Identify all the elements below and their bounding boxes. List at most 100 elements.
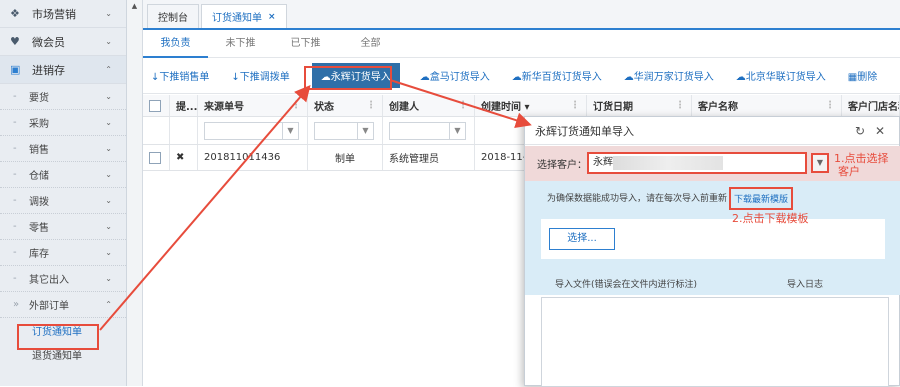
- tab-label: 控制台: [158, 13, 188, 24]
- cloud-upload-icon: ☁: [419, 72, 430, 83]
- scroll-up-arrow-icon[interactable]: ▲: [130, 2, 139, 12]
- tab-dashboard[interactable]: 控制台: [147, 4, 199, 28]
- customer-value: 永辉: [593, 157, 613, 168]
- crv-vanguard-import-button[interactable]: ☁华润万家订货导入: [624, 68, 714, 83]
- sidebar-scrollbar[interactable]: ▲: [127, 0, 143, 386]
- sidebar-subitem-transfer[interactable]: - 调拨 ⌄: [0, 188, 126, 214]
- select-all-checkbox[interactable]: [149, 99, 161, 112]
- customer-dropdown-button[interactable]: ▼: [811, 153, 829, 173]
- col-header-remind[interactable]: 提...: [170, 95, 198, 116]
- annotation-text: 客户: [838, 165, 860, 178]
- col-header-order-date[interactable]: 订货日期 ⋮: [587, 95, 692, 116]
- subtab-not-pushed[interactable]: 未下推: [208, 30, 273, 58]
- remind-cell: ✖: [170, 145, 198, 170]
- tree-line: -: [13, 221, 17, 232]
- select-file-button[interactable]: 选择...: [549, 228, 615, 250]
- filter-subtabs: 我负责 未下推 已下推 全部: [143, 30, 900, 58]
- filter-funnel-icon[interactable]: ▼: [449, 122, 465, 139]
- annotation-text: 1.点击选择: [834, 152, 889, 165]
- subtab-all[interactable]: 全部: [338, 30, 403, 58]
- column-menu-icon[interactable]: ⋮: [366, 100, 376, 111]
- chevron-down-icon: ⌄: [105, 248, 112, 257]
- tab-order-notice[interactable]: 订货通知单 ×: [201, 4, 287, 28]
- sidebar-subitem-stock[interactable]: - 库存 ⌄: [0, 240, 126, 266]
- sidebar-subitem-storage[interactable]: - 仓储 ⌄: [0, 162, 126, 188]
- row-select-cell: [143, 145, 170, 170]
- tree-line: -: [13, 117, 17, 128]
- close-icon[interactable]: ✕: [875, 124, 885, 138]
- sidebar-item-micro-member[interactable]: ♥ 微会员 ⌄: [0, 28, 126, 56]
- chevron-down-icon: ▼: [816, 158, 824, 167]
- chevron-down-icon: ⌄: [105, 37, 112, 46]
- creator-cell: 系统管理员: [383, 145, 475, 170]
- tree-line: -: [13, 195, 17, 206]
- col-header-source-no[interactable]: 来源单号 ⋮: [198, 95, 308, 116]
- tree-line: -: [13, 273, 17, 284]
- refresh-icon[interactable]: ↻: [855, 124, 865, 138]
- source-no-filter-input[interactable]: ▼: [204, 121, 299, 140]
- tree-line: -: [13, 169, 17, 180]
- sidebar-subitem-sales[interactable]: - 销售 ⌄: [0, 136, 126, 162]
- close-icon[interactable]: ×: [268, 12, 276, 22]
- col-header-creator[interactable]: 创建人 ⋮: [383, 95, 475, 116]
- grid-header-row: 提... 来源单号 ⋮ 状态 ⋮ 创建人 ⋮ 创建时间 ▾ ⋮ 订货日期 ⋮ 客户名称 ⋮ …: [143, 95, 900, 117]
- column-menu-icon[interactable]: ⋮: [458, 100, 468, 111]
- status-filter-select[interactable]: ▼: [314, 121, 374, 140]
- sidebar-item-label: 市场营销: [32, 7, 76, 21]
- sidebar-subitem-request[interactable]: - 要货 ⌄: [0, 84, 126, 110]
- filter-funnel-icon[interactable]: ▼: [357, 122, 373, 139]
- subtab-pushed[interactable]: 已下推: [273, 30, 338, 58]
- xinhua-import-button[interactable]: ☁新华百货订货导入: [512, 68, 602, 83]
- tree-line: »: [13, 299, 20, 310]
- tab-label: 订货通知单: [212, 13, 262, 24]
- customer-label: 选择客户：: [537, 160, 587, 171]
- tree-line: -: [13, 91, 17, 102]
- chevron-up-icon: ⌃: [105, 300, 112, 309]
- dialog-header: 永辉订货通知单导入 ↻ ✕: [525, 117, 899, 145]
- creator-filter-input[interactable]: ▼: [389, 121, 466, 140]
- column-menu-icon[interactable]: ⋮: [570, 100, 580, 111]
- briefcase-icon: ▣: [10, 63, 21, 76]
- subtab-mine[interactable]: 我负责: [143, 30, 208, 58]
- sidebar-subitem-retail[interactable]: - 零售 ⌄: [0, 214, 126, 240]
- sidebar-subitem-other-io[interactable]: - 其它出入 ⌄: [0, 266, 126, 292]
- download-template-link[interactable]: 下载最新模版: [729, 187, 794, 210]
- sidebar-item-inventory[interactable]: ▣ 进销存 ⌃: [0, 56, 126, 84]
- sidebar-subitem-purchase[interactable]: - 采购 ⌄: [0, 110, 126, 136]
- column-menu-icon[interactable]: ⋮: [825, 100, 835, 111]
- sidebar-subitem-external-orders[interactable]: » 外部订单 ⌃: [0, 292, 126, 318]
- arrow-down-icon: ↓: [231, 72, 240, 83]
- template-info-panel: 为确保数据能成功导入，请在每次导入前重新 下载最新模版 选择...: [525, 181, 900, 271]
- sidebar-item-label: 进销存: [32, 63, 65, 77]
- filter-cell: [143, 117, 170, 144]
- row-checkbox[interactable]: [149, 151, 161, 164]
- col-header-created-time[interactable]: 创建时间 ▾ ⋮: [475, 95, 587, 116]
- col-header-customer-store[interactable]: 客户门店名称: [842, 95, 900, 116]
- beijing-hualian-import-button[interactable]: ☁北京华联订货导入: [736, 68, 826, 83]
- filter-cell: ▼: [308, 117, 383, 144]
- sidebar-item-label: 微会员: [32, 35, 65, 49]
- push-transfer-order-button[interactable]: ↓下推调拨单: [231, 68, 289, 83]
- col-header-status[interactable]: 状态 ⋮: [308, 95, 383, 116]
- hema-import-button[interactable]: ☁盒马订货导入: [420, 68, 490, 83]
- chevron-down-icon: ⌄: [105, 92, 112, 101]
- highlight-box-import-button: [304, 66, 392, 90]
- chevron-up-icon: ⌃: [105, 65, 112, 74]
- column-menu-icon[interactable]: ⋮: [675, 100, 685, 111]
- col-header-label: 状态: [314, 102, 334, 113]
- col-header-customer-name[interactable]: 客户名称 ⋮: [692, 95, 842, 116]
- template-info-text: 为确保数据能成功导入，请在每次导入前重新: [547, 191, 727, 204]
- button-label: 盒马订货导入: [429, 72, 490, 83]
- import-file-label: 导入文件(错误会在文件内进行标注): [555, 280, 698, 290]
- filter-cell: ▼: [198, 117, 308, 144]
- customer-input[interactable]: 永辉: [587, 152, 807, 174]
- sidebar-item-marketing[interactable]: ❖ 市场营销 ⌄: [0, 0, 126, 28]
- sidebar-subitem-label: 仓储: [29, 171, 49, 182]
- import-log-label: 导入日志: [787, 280, 824, 290]
- column-menu-icon[interactable]: ⋮: [291, 100, 301, 111]
- import-log-area[interactable]: [541, 297, 889, 387]
- push-sales-order-button[interactable]: ↓下推销售单: [151, 68, 209, 83]
- filter-funnel-icon[interactable]: ▼: [282, 122, 298, 139]
- chevron-down-icon: ⌄: [105, 170, 112, 179]
- delete-button[interactable]: ▦删除: [848, 68, 877, 83]
